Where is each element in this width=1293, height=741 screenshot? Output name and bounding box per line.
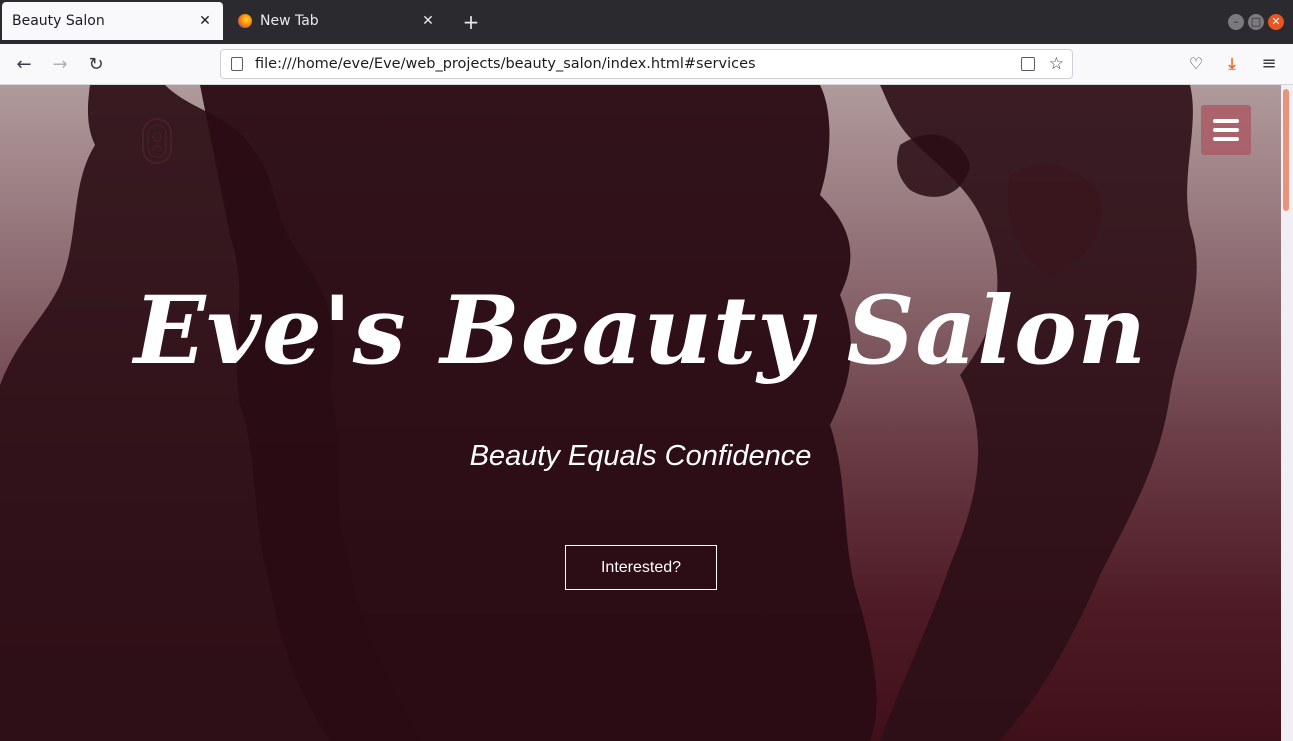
back-arrow-icon[interactable]: ← [12, 53, 36, 77]
hero-subtitle: Beauty Equals Confidence [469, 440, 812, 472]
window-close-icon[interactable]: ✕ [1268, 14, 1284, 30]
minimize-icon[interactable]: – [1228, 14, 1244, 30]
page-scrollbar[interactable] [1281, 85, 1293, 741]
tab-label: New Tab [260, 13, 319, 29]
browser-tab-bar: Beauty Salon ✕ New Tab ✕ + – □ ✕ [0, 0, 1293, 44]
browser-toolbar: ← → ↻ file:///home/eve/Eve/web_projects/… [0, 44, 1293, 85]
reload-icon[interactable]: ↻ [84, 53, 108, 77]
url-bar[interactable]: file:///home/eve/Eve/web_projects/beauty… [220, 49, 1073, 79]
firefox-icon [238, 14, 252, 28]
page-icon [231, 57, 243, 71]
download-icon[interactable]: ⤓ [1221, 53, 1243, 75]
menu-toggle-button[interactable] [1201, 105, 1251, 155]
bookmark-star-icon[interactable]: ☆ [1049, 54, 1064, 74]
forward-arrow-icon[interactable]: → [48, 53, 72, 77]
tab-new-tab[interactable]: New Tab ✕ [228, 2, 446, 40]
new-tab-button[interactable]: + [458, 9, 484, 35]
page-viewport: Eve's Beauty Salon Beauty Equals Confide… [0, 85, 1281, 741]
url-text[interactable]: file:///home/eve/Eve/web_projects/beauty… [255, 56, 1021, 72]
close-icon[interactable]: ✕ [420, 13, 436, 29]
hamburger-bar [1213, 137, 1239, 141]
maximize-icon[interactable]: □ [1248, 14, 1264, 30]
salon-logo-icon[interactable] [141, 117, 173, 165]
app-menu-icon[interactable]: ≡ [1258, 53, 1280, 75]
interested-button[interactable]: Interested? [565, 545, 717, 590]
tab-label: Beauty Salon [12, 13, 105, 29]
pocket-icon[interactable]: ♡ [1185, 53, 1207, 75]
tab-beauty-salon[interactable]: Beauty Salon ✕ [2, 2, 223, 40]
hamburger-bar [1213, 128, 1239, 132]
reader-view-icon[interactable] [1020, 57, 1035, 71]
hero-title: Eve's Beauty Salon [133, 276, 1148, 386]
scrollbar-thumb[interactable] [1283, 89, 1289, 211]
hero-background-silhouette [0, 85, 1197, 741]
hamburger-bar [1213, 119, 1239, 123]
close-icon[interactable]: ✕ [197, 13, 213, 29]
